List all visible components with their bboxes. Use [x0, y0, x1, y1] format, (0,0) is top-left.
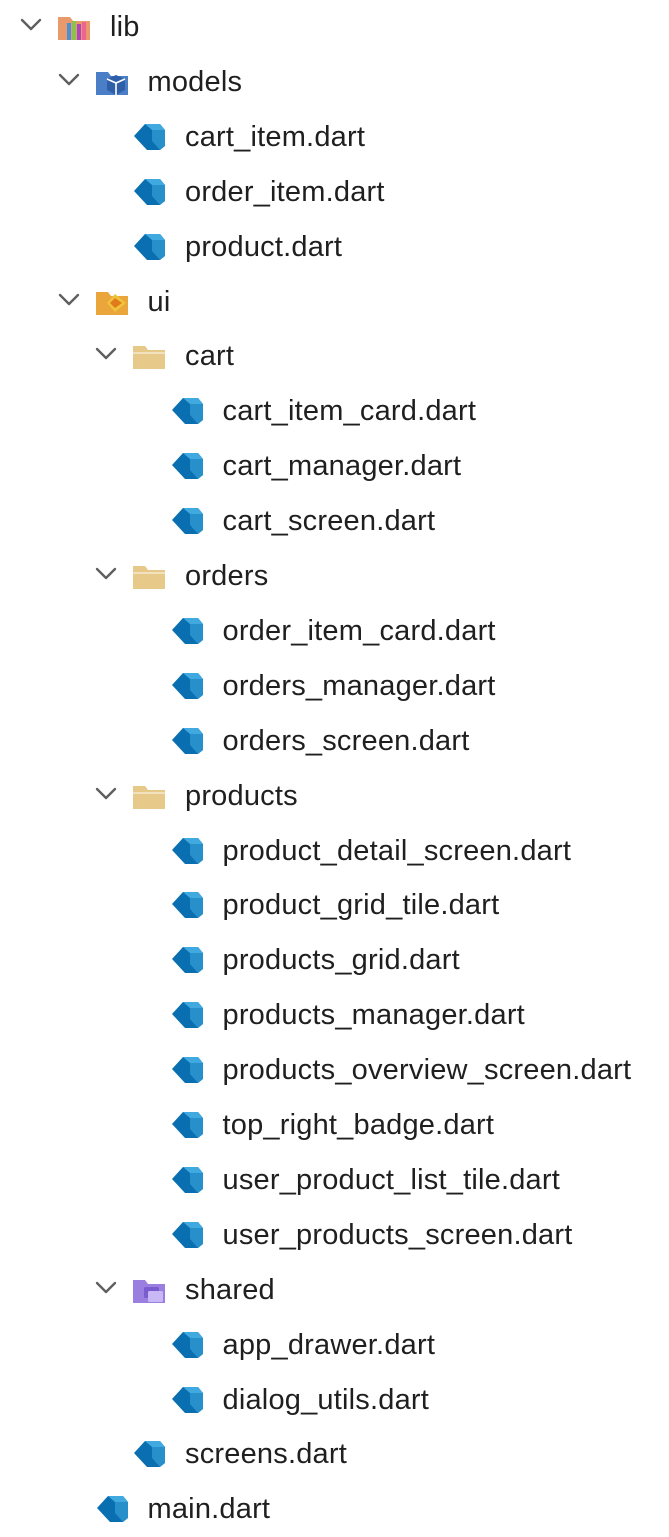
shared-folder-icon — [130, 1272, 168, 1308]
tree-file-screens-dart[interactable]: screens.dart — [0, 1427, 669, 1482]
dart-file-icon — [168, 1217, 206, 1253]
ui-folder-icon — [93, 284, 131, 320]
file-label: products_grid.dart — [222, 944, 460, 977]
folder-icon — [130, 338, 168, 374]
tree-file-main-dart[interactable]: main.dart — [0, 1482, 669, 1537]
file-label: product.dart — [185, 230, 343, 263]
dart-file-icon — [168, 1107, 206, 1143]
dart-file-icon — [168, 503, 206, 539]
tree-file-product-grid-tile-dart[interactable]: product_grid_tile.dart — [0, 878, 669, 933]
file-label: orders_screen.dart — [222, 724, 470, 757]
dart-file-icon — [168, 448, 206, 484]
tree-folder-models[interactable]: models — [0, 55, 669, 110]
tree-folder-products[interactable]: products — [0, 769, 669, 824]
dart-file-icon — [168, 613, 206, 649]
file-label: cart_manager.dart — [222, 450, 462, 483]
models-folder-icon — [93, 64, 131, 100]
tree-folder-shared[interactable]: shared — [0, 1263, 669, 1318]
chevron-down-icon[interactable] — [93, 341, 119, 367]
tree-folder-orders[interactable]: orders — [0, 549, 669, 604]
dart-file-icon — [130, 229, 168, 265]
tree-folder-lib[interactable]: lib — [0, 0, 669, 55]
chevron-down-icon[interactable] — [93, 561, 119, 587]
tree-file-orders-screen-dart[interactable]: orders_screen.dart — [0, 714, 669, 769]
tree-file-orders-manager-dart[interactable]: orders_manager.dart — [0, 659, 669, 714]
chevron-down-icon[interactable] — [56, 287, 82, 313]
file-label: cart_item.dart — [185, 120, 366, 153]
file-label: order_item.dart — [185, 175, 385, 208]
chevron-down-icon[interactable] — [56, 67, 82, 93]
chevron-down-icon[interactable] — [93, 1275, 119, 1301]
folder-icon — [130, 778, 168, 814]
file-label: user_product_list_tile.dart — [222, 1163, 560, 1196]
tree-file-product-detail-screen-dart[interactable]: product_detail_screen.dart — [0, 824, 669, 879]
folder-label: ui — [147, 285, 171, 318]
dart-file-icon — [168, 393, 206, 429]
dart-file-icon — [130, 119, 168, 155]
folder-label: orders — [185, 560, 269, 592]
tree-file-product-dart[interactable]: product.dart — [0, 220, 669, 275]
dart-file-icon — [168, 723, 206, 759]
folder-label: lib — [110, 11, 140, 43]
dart-file-icon — [93, 1491, 131, 1527]
file-label: orders_manager.dart — [222, 669, 496, 702]
file-label: dialog_utils.dart — [222, 1383, 430, 1416]
folder-label: cart — [185, 340, 235, 373]
dart-file-icon — [168, 887, 206, 923]
project-file-tree: lib models cart_item.dart order_item.dar… — [0, 0, 669, 1528]
file-label: cart_item_card.dart — [222, 395, 477, 428]
dart-file-icon — [168, 1052, 206, 1088]
library-folder-icon — [55, 9, 93, 45]
file-label: user_products_screen.dart — [222, 1218, 573, 1251]
dart-file-icon — [168, 942, 206, 978]
tree-file-products-grid-dart[interactable]: products_grid.dart — [0, 933, 669, 988]
file-label: order_item_card.dart — [222, 614, 496, 647]
dart-file-icon — [168, 1162, 206, 1198]
file-label: cart_screen.dart — [222, 505, 436, 538]
tree-folder-cart[interactable]: cart — [0, 329, 669, 384]
file-label: product_grid_tile.dart — [222, 889, 500, 922]
folder-label: products — [185, 779, 298, 812]
chevron-down-icon[interactable] — [18, 12, 44, 38]
file-label: products_overview_screen.dart — [222, 1054, 632, 1087]
folder-label: shared — [185, 1273, 275, 1306]
file-label: top_right_badge.dart — [222, 1109, 495, 1141]
tree-file-cart-item-card-dart[interactable]: cart_item_card.dart — [0, 384, 669, 439]
tree-file-user-products-screen-dart[interactable]: user_products_screen.dart — [0, 1208, 669, 1263]
tree-file-top-right-badge-dart[interactable]: top_right_badge.dart — [0, 1098, 669, 1153]
file-label: main.dart — [147, 1493, 271, 1526]
dart-file-icon — [168, 1327, 206, 1363]
tree-file-cart-item-dart[interactable]: cart_item.dart — [0, 110, 669, 165]
tree-file-products-overview-screen-dart[interactable]: products_overview_screen.dart — [0, 1043, 669, 1098]
chevron-down-icon[interactable] — [93, 781, 119, 807]
file-label: screens.dart — [185, 1438, 347, 1471]
folder-icon — [130, 558, 168, 594]
tree-file-user-product-list-tile-dart[interactable]: user_product_list_tile.dart — [0, 1153, 669, 1208]
tree-file-app-drawer-dart[interactable]: app_drawer.dart — [0, 1318, 669, 1373]
dart-file-icon — [130, 1436, 168, 1472]
file-label: app_drawer.dart — [222, 1328, 436, 1361]
tree-file-order-item-dart[interactable]: order_item.dart — [0, 165, 669, 220]
tree-file-cart-manager-dart[interactable]: cart_manager.dart — [0, 439, 669, 494]
dart-file-icon — [168, 668, 206, 704]
file-label: products_manager.dart — [222, 999, 525, 1032]
tree-folder-ui[interactable]: ui — [0, 275, 669, 330]
dart-file-icon — [168, 997, 206, 1033]
dart-file-icon — [168, 833, 206, 869]
tree-file-cart-screen-dart[interactable]: cart_screen.dart — [0, 494, 669, 549]
folder-label: models — [147, 65, 243, 98]
tree-file-dialog-utils-dart[interactable]: dialog_utils.dart — [0, 1373, 669, 1428]
tree-file-order-item-card-dart[interactable]: order_item_card.dart — [0, 604, 669, 659]
tree-file-products-manager-dart[interactable]: products_manager.dart — [0, 988, 669, 1043]
file-label: product_detail_screen.dart — [222, 834, 572, 867]
dart-file-icon — [130, 174, 168, 210]
dart-file-icon — [168, 1382, 206, 1418]
